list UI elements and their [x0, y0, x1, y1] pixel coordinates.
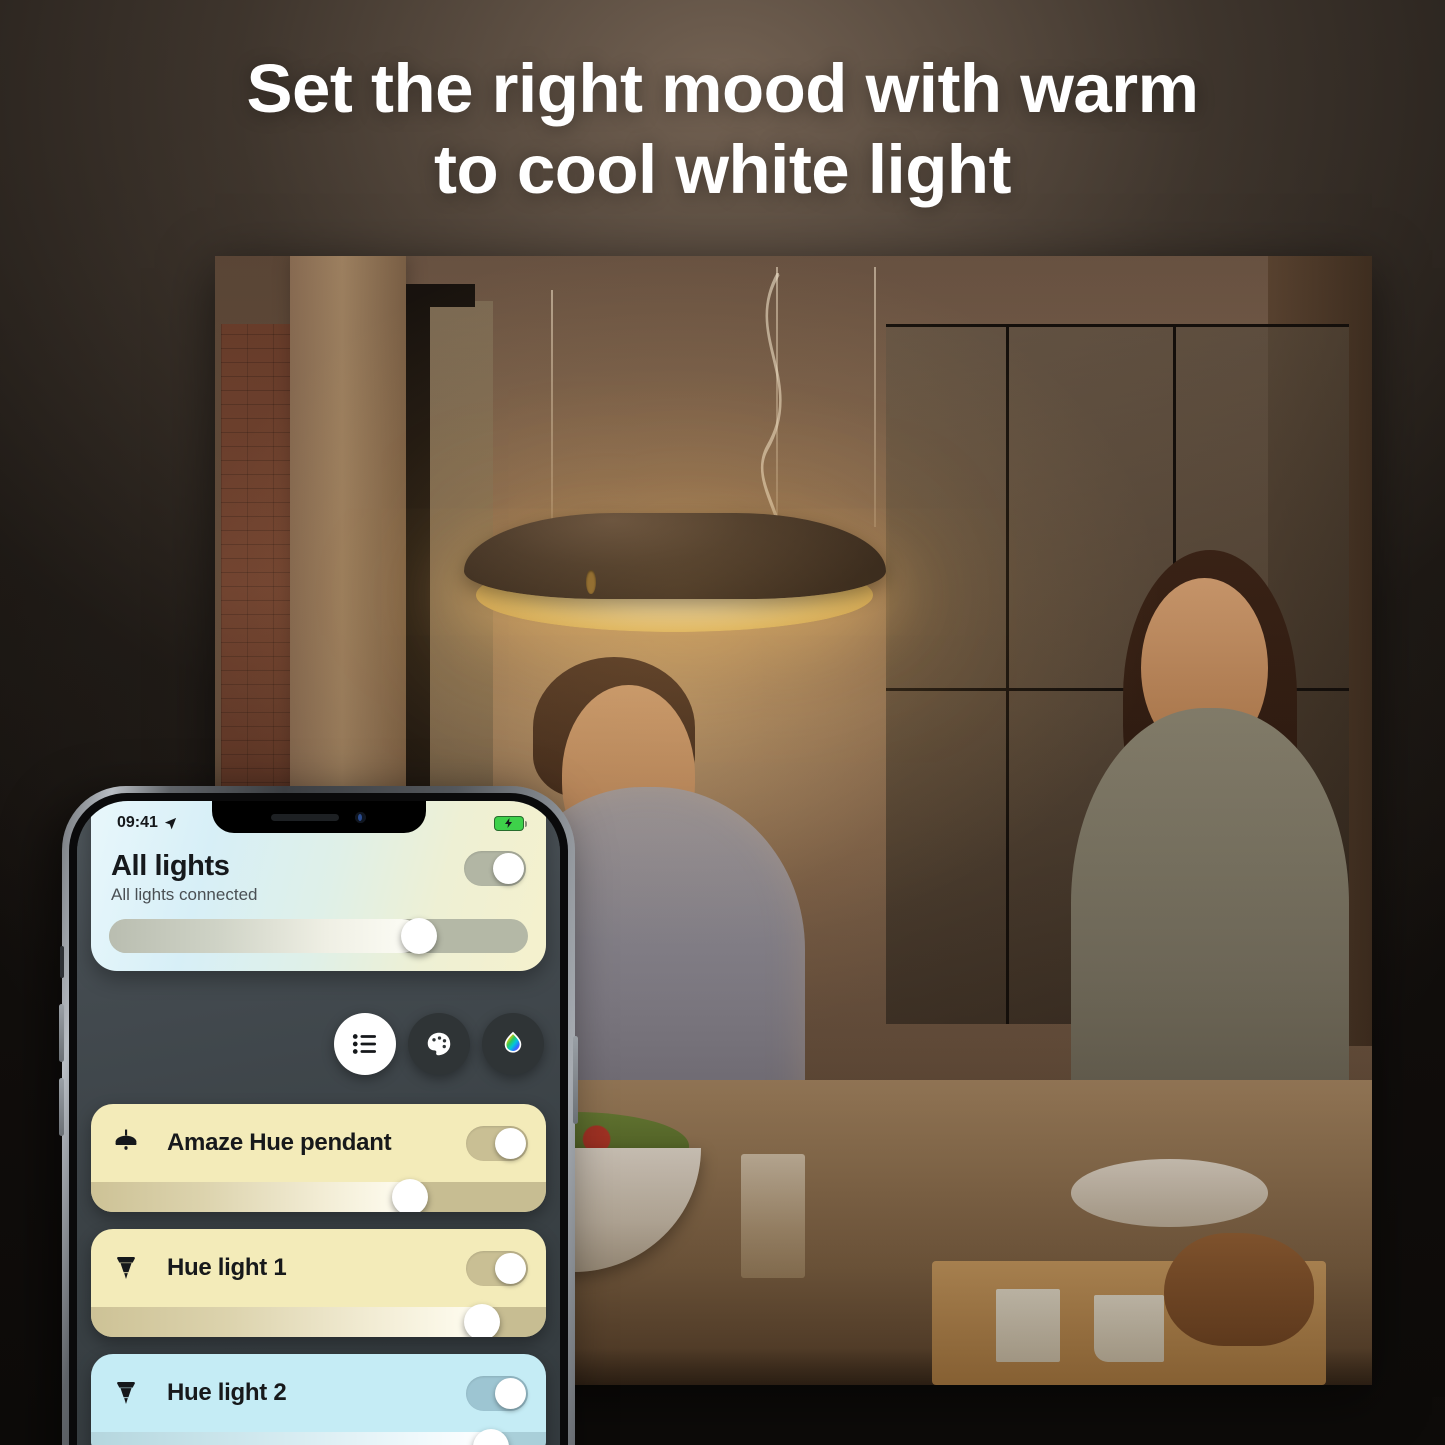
cheese-block-2 [1094, 1294, 1164, 1363]
status-time: 09:41 [117, 814, 158, 831]
light-brightness-slider[interactable] [91, 1179, 546, 1212]
pendant-lamp [463, 513, 887, 632]
light-card-amaze-hue-pendant[interactable]: Amaze Hue pendant [91, 1104, 546, 1212]
spot-bulb-icon [107, 1249, 145, 1287]
all-lights-brightness-slider[interactable] [109, 918, 528, 955]
phone-notch [211, 801, 426, 833]
light-name: Hue light 1 [167, 1254, 287, 1281]
phone-screen: 09:41 All lights All lights connected Am… [77, 801, 560, 1445]
bread-loaf [1163, 1232, 1315, 1346]
page-root: Set the right mood with warm to cool whi… [0, 0, 1445, 1445]
view-tabs [334, 1013, 544, 1075]
all-lights-subtitle: All lights connected [111, 885, 258, 905]
page-title: Set the right mood with warm to cool whi… [0, 48, 1445, 211]
palette-icon [424, 1029, 454, 1059]
silent-switch[interactable] [60, 946, 64, 978]
all-lights-title: All lights [111, 850, 230, 882]
door-frame-top [405, 284, 476, 307]
light-toggle[interactable] [466, 1250, 528, 1286]
list-icon [350, 1029, 380, 1059]
light-brightness-slider[interactable] [91, 1429, 546, 1445]
power-button[interactable] [573, 1036, 578, 1124]
light-card-hue-light-2[interactable]: Hue light 2 [91, 1354, 546, 1445]
phone-mockup: 09:41 All lights All lights connected Am… [59, 786, 578, 1445]
light-toggle[interactable] [466, 1125, 528, 1161]
location-arrow-icon [163, 816, 178, 831]
volume-down-button[interactable] [59, 1078, 64, 1136]
tab-scenes[interactable] [408, 1013, 470, 1075]
cheese-plate [1071, 1159, 1268, 1227]
headline-line-2: to cool white light [434, 131, 1011, 209]
pendant-lamp-icon [107, 1124, 145, 1162]
light-card-hue-light-1[interactable]: Hue light 1 [91, 1229, 546, 1337]
battery-charging-icon [494, 815, 527, 831]
earpiece-speaker [271, 813, 339, 821]
lamp-shade [463, 513, 887, 599]
light-toggle[interactable] [466, 1375, 528, 1411]
tab-list[interactable] [334, 1013, 396, 1075]
volume-up-button[interactable] [59, 1004, 64, 1062]
light-name: Amaze Hue pendant [167, 1129, 392, 1156]
all-lights-toggle[interactable] [464, 851, 526, 886]
light-brightness-slider[interactable] [91, 1304, 546, 1337]
color-picker-icon [498, 1029, 528, 1059]
headline-line-1: Set the right mood with warm [246, 50, 1199, 127]
lights-list: Amaze Hue pendant Hue light 1 Hue light … [91, 1104, 546, 1445]
cheese-block-1 [996, 1289, 1060, 1363]
water-glass [741, 1153, 806, 1278]
tab-colors[interactable] [482, 1013, 544, 1075]
lamp-sensor-hole [586, 570, 596, 594]
spot-bulb-icon [107, 1374, 145, 1412]
front-camera-icon [355, 811, 366, 823]
light-name: Hue light 2 [167, 1379, 287, 1406]
